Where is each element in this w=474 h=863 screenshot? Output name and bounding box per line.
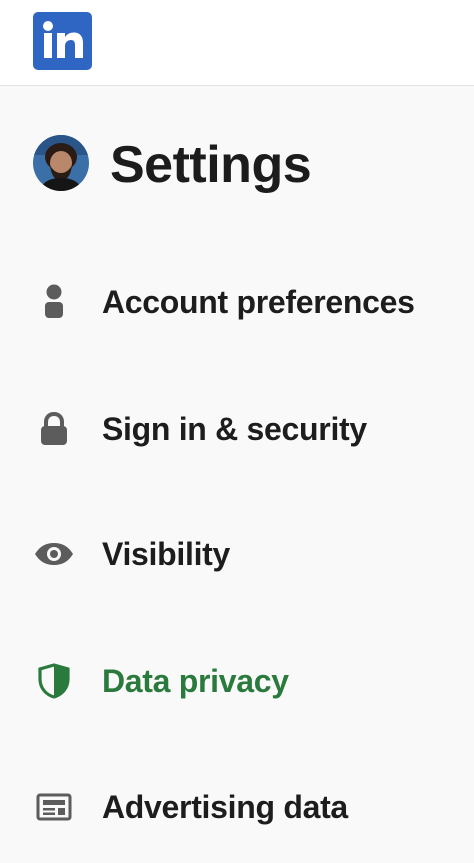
menu-item-label: Visibility xyxy=(102,535,231,572)
person-icon xyxy=(36,284,72,320)
menu-item-label: Sign in & security xyxy=(102,410,367,447)
lock-icon xyxy=(36,411,72,447)
menu-item-label: Advertising data xyxy=(102,788,348,825)
newspaper-icon xyxy=(36,789,72,825)
menu-item-data-privacy[interactable]: Data privacy xyxy=(0,641,474,721)
top-bar xyxy=(0,0,474,86)
eye-icon xyxy=(34,536,74,572)
page-title: Settings xyxy=(110,136,312,194)
menu-item-account-preferences[interactable]: Account preferences xyxy=(0,262,474,342)
menu-item-label: Account preferences xyxy=(102,283,415,320)
menu-item-advertising-data[interactable]: Advertising data xyxy=(0,767,474,847)
settings-header: Settings xyxy=(0,120,474,206)
avatar[interactable] xyxy=(33,135,89,191)
menu-item-visibility[interactable]: Visibility xyxy=(0,514,474,594)
linkedin-logo-icon[interactable] xyxy=(33,12,92,70)
shield-icon xyxy=(36,663,72,699)
menu-item-sign-in-security[interactable]: Sign in & security xyxy=(0,389,474,469)
menu-item-label: Data privacy xyxy=(102,662,289,699)
